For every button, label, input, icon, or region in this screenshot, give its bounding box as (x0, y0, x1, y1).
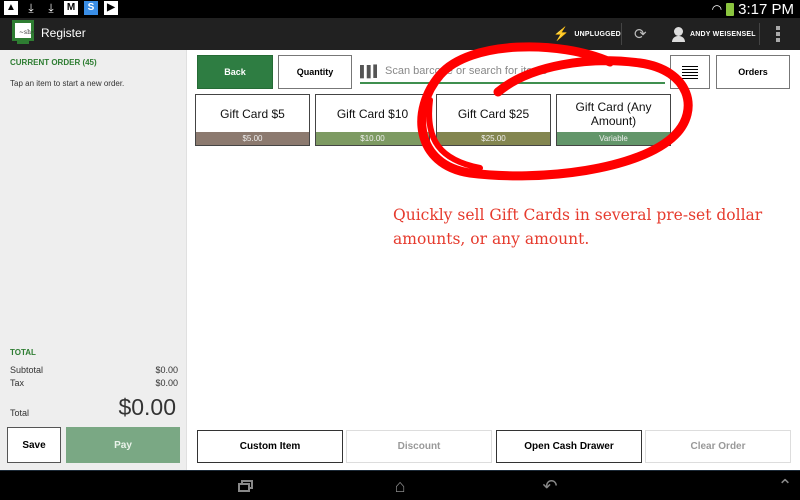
subtotal-row: Subtotal $0.00 (10, 365, 178, 375)
total-label: Total (10, 408, 30, 418)
back-nav-button[interactable]: ↶ (535, 474, 565, 498)
tax-row: Tax $0.00 (10, 378, 178, 388)
subtotal-value: $0.00 (155, 365, 178, 375)
sync-icon: ⟳ (634, 26, 647, 43)
play-store-icon: ▶ (104, 1, 118, 15)
open-cash-drawer-button[interactable]: Open Cash Drawer (496, 430, 642, 463)
list-line (682, 68, 698, 70)
pay-button[interactable]: Pay (66, 427, 180, 463)
discount-button[interactable]: Discount (346, 430, 492, 463)
skype-icon: S (84, 1, 98, 15)
empty-order-message: Tap an item to start a new order. (10, 79, 125, 88)
clear-order-button[interactable]: Clear Order (645, 430, 791, 463)
android-nav-bar: ⌂ ↶ ⌃ (0, 470, 800, 500)
back-arrow-icon: ↶ (542, 475, 558, 496)
item-tile[interactable]: Gift Card $5 $5.00 (195, 94, 310, 146)
item-name: Gift Card $5 (220, 107, 285, 121)
search-input[interactable] (385, 65, 665, 77)
list-line (682, 74, 698, 76)
home-button[interactable]: ⌂ (385, 474, 415, 498)
clock: 3:17 PM (738, 0, 794, 18)
user-icon (672, 26, 685, 42)
item-tile[interactable]: Gift Card $25 $25.00 (436, 94, 551, 146)
back-button[interactable]: Back (197, 55, 273, 89)
current-order-heading: CURRENT ORDER (45) (10, 58, 97, 67)
tax-label: Tax (10, 378, 25, 388)
search-field[interactable]: ▌▌▍ (360, 60, 665, 84)
register-logo-icon[interactable]: ~sh~ (12, 20, 36, 47)
download-icon: ⤓ (28, 1, 34, 15)
item-name: Gift Card $10 (336, 107, 409, 121)
connection-status-label: UNPLUGGED (574, 30, 621, 38)
list-line (682, 65, 698, 67)
tax-value: $0.00 (155, 378, 178, 388)
notification-icons: ▲ ⤓ ⤓ M S ▶ (4, 1, 118, 15)
total-value: $0.00 (118, 394, 176, 420)
list-line (682, 71, 698, 73)
recent-apps-button[interactable] (232, 474, 262, 498)
quantity-button[interactable]: Quantity (278, 55, 352, 89)
sync-button[interactable]: ⟳ (634, 18, 647, 50)
user-account[interactable]: ANDY WEISENSEL (672, 18, 756, 50)
recent-apps-icon-front (238, 483, 250, 492)
connection-status[interactable]: ⚡ UNPLUGGED (553, 18, 621, 50)
item-tile[interactable]: Gift Card (Any Amount) Variable (556, 94, 671, 146)
item-tile[interactable]: Gift Card $10 $10.00 (315, 94, 430, 146)
menu-dot (776, 38, 780, 42)
total-heading: TOTAL (10, 348, 36, 357)
menu-dot (776, 26, 780, 30)
battery-icon (726, 2, 735, 16)
download-icon: ⤓ (48, 1, 54, 15)
android-status-bar: ▲ ⤓ ⤓ M S ▶ ◠ 3:17 PM (0, 0, 800, 18)
item-name: Gift Card $25 (457, 107, 530, 121)
home-icon: ⌂ (394, 475, 406, 496)
plug-icon: ⚡ (553, 26, 570, 41)
divider (759, 23, 760, 45)
orders-button[interactable]: Orders (716, 55, 790, 89)
annotation-text: Quickly sell Gift Cards in several pre-s… (393, 206, 763, 248)
current-order-panel: CURRENT ORDER (45) Tap an item to start … (0, 50, 187, 470)
item-price: $10.00 (316, 132, 429, 145)
chevron-up-icon: ⌃ (777, 475, 793, 496)
save-button[interactable]: Save (7, 427, 61, 463)
custom-item-button[interactable]: Custom Item (197, 430, 343, 463)
list-view-button[interactable] (670, 55, 710, 89)
divider (621, 23, 622, 45)
wifi-icon: ◠ (711, 2, 723, 16)
barcode-icon: ▌▌▍ (360, 65, 382, 78)
user-name: ANDY WEISENSEL (690, 30, 756, 38)
app-header: ~sh~ Register ⚡ UNPLUGGED ⟳ ANDY WEISENS… (0, 18, 800, 50)
menu-dot (776, 32, 780, 36)
overflow-menu-button[interactable] (776, 18, 780, 50)
item-price: $5.00 (196, 132, 309, 145)
list-line (682, 77, 698, 79)
gmail-icon: M (64, 1, 78, 15)
item-name: Gift Card (Any Amount) (575, 100, 652, 128)
subtotal-label: Subtotal (10, 365, 44, 375)
gallery-icon: ▲ (4, 1, 18, 15)
expand-button[interactable]: ⌃ (770, 474, 800, 498)
app-title: Register (41, 26, 86, 40)
item-price: Variable (557, 132, 670, 145)
item-price: $25.00 (437, 132, 550, 145)
